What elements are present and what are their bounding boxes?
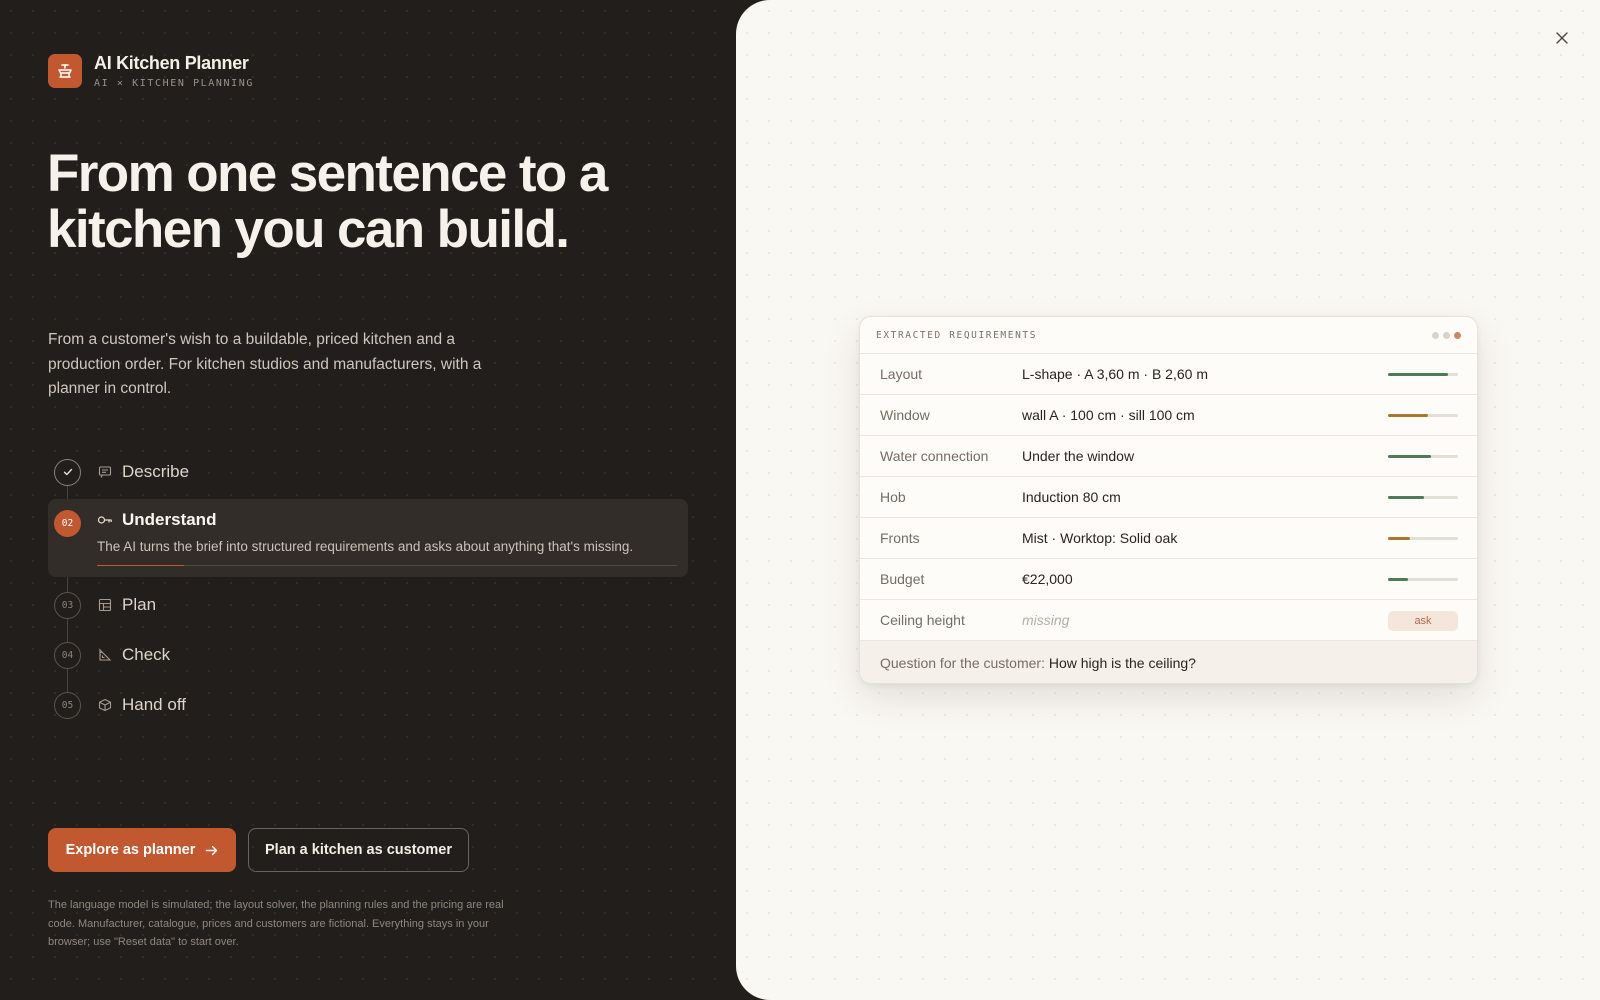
requirement-value: wall A · 100 cm · sill 100 cm	[1022, 407, 1195, 423]
kitchen-logo-icon	[48, 54, 82, 88]
requirements-card: EXTRACTED REQUIREMENTS Layout L-shape · A…	[859, 316, 1478, 684]
step-describe[interactable]: Describe	[48, 452, 688, 492]
requirement-row: Water connection Under the window	[860, 436, 1477, 477]
hero-headline: From one sentence to a kitchen you can b…	[47, 144, 608, 259]
confidence-bar	[1388, 537, 1458, 540]
requirement-label: Fronts	[880, 530, 920, 546]
requirement-value: Under the window	[1022, 448, 1135, 464]
button-label: Explore as planner	[65, 842, 196, 858]
step-label: Describe	[122, 462, 190, 481]
requirement-row: Window wall A · 100 cm · sill 100 cm	[860, 395, 1477, 436]
disclaimer-text: The language model is simulated; the lay…	[48, 899, 504, 948]
step-plan[interactable]: 03 Plan	[48, 585, 688, 625]
step-check[interactable]: 04 Check	[48, 635, 688, 675]
confidence-bar	[1388, 578, 1458, 581]
ask-badge[interactable]: ask	[1388, 611, 1458, 631]
step-label: Understand	[122, 510, 217, 529]
confidence-bar-fill	[1388, 496, 1424, 499]
card-title: EXTRACTED REQUIREMENTS	[876, 330, 1038, 341]
requirement-label: Budget	[880, 571, 925, 587]
confidence-bar-fill	[1388, 455, 1431, 458]
confidence-bar	[1388, 496, 1458, 499]
confidence-bar	[1388, 373, 1458, 376]
confidence-bar	[1388, 455, 1458, 458]
box-icon	[97, 697, 113, 713]
plan-as-customer-button[interactable]: Plan a kitchen as customer	[248, 828, 469, 872]
requirement-label: Water connection	[880, 448, 989, 464]
brand-title: AI Kitchen Planner	[94, 53, 249, 73]
step-understand[interactable]: 02 Understand The AI turns the brief int…	[48, 499, 688, 577]
set-square-icon	[97, 647, 113, 663]
requirement-label: Layout	[880, 366, 923, 382]
status-dot	[1432, 332, 1439, 339]
requirement-label: Hob	[880, 489, 906, 505]
confidence-bar-fill	[1388, 537, 1410, 540]
brand: AI Kitchen Planner AI × KITCHEN PLANNING	[48, 53, 254, 89]
requirement-value: L-shape · A 3,60 m · B 2,60 m	[1022, 366, 1208, 382]
customer-question: Question for the customer: How high is t…	[860, 640, 1477, 683]
hero-subtext: From a customer's wish to a buildable, p…	[48, 331, 482, 397]
arrow-right-icon	[205, 844, 218, 857]
requirement-value: Induction 80 cm	[1022, 489, 1121, 505]
question-prefix: Question for the customer:	[880, 655, 1049, 671]
button-label: Plan a kitchen as customer	[265, 842, 452, 858]
confidence-bar-fill	[1388, 578, 1408, 581]
requirement-value: Mist · Worktop: Solid oak	[1022, 530, 1178, 546]
step-label: Plan	[122, 595, 157, 614]
status-dots	[1432, 332, 1461, 339]
message-icon	[97, 464, 113, 480]
step-hand-off[interactable]: 05 Hand off	[48, 685, 688, 725]
step-label: Hand off	[122, 695, 186, 714]
confidence-bar	[1388, 414, 1458, 417]
requirement-label: Ceiling height	[880, 612, 965, 628]
close-icon[interactable]	[1552, 28, 1572, 48]
requirement-value: €22,000	[1022, 571, 1073, 587]
question-text: How high is the ceiling?	[1048, 655, 1196, 671]
step-description: The AI turns the brief into structured r…	[97, 539, 634, 554]
status-dot-active	[1454, 332, 1461, 339]
confidence-bar-fill	[1388, 373, 1448, 376]
requirement-row: Fronts Mist · Worktop: Solid oak	[860, 518, 1477, 559]
requirement-value: missing	[1022, 612, 1070, 628]
left-panel: AI Kitchen Planner AI × KITCHEN PLANNING…	[0, 0, 736, 1000]
requirement-row: Hob Induction 80 cm	[860, 477, 1477, 518]
confidence-bar-fill	[1388, 414, 1428, 417]
requirement-row: Ceiling height missing ask	[860, 600, 1477, 641]
step-progress-track	[97, 565, 677, 566]
key-icon	[97, 512, 113, 528]
requirement-label: Window	[880, 407, 930, 423]
layout-icon	[97, 597, 113, 613]
step-label: Check	[122, 645, 171, 664]
step-number: 04	[54, 641, 81, 669]
card-header: EXTRACTED REQUIREMENTS	[860, 317, 1477, 354]
step-number: 03	[54, 591, 81, 619]
step-progress-fill	[97, 565, 184, 566]
explore-as-planner-button[interactable]: Explore as planner	[48, 828, 236, 872]
step-number: 02	[54, 510, 81, 537]
brand-subtitle: AI × KITCHEN PLANNING	[94, 78, 255, 89]
status-dot	[1443, 332, 1450, 339]
requirement-row: Layout L-shape · A 3,60 m · B 2,60 m	[860, 354, 1477, 395]
step-number: 05	[54, 691, 81, 719]
check-icon	[54, 458, 81, 486]
requirement-row: Budget €22,000	[860, 559, 1477, 600]
